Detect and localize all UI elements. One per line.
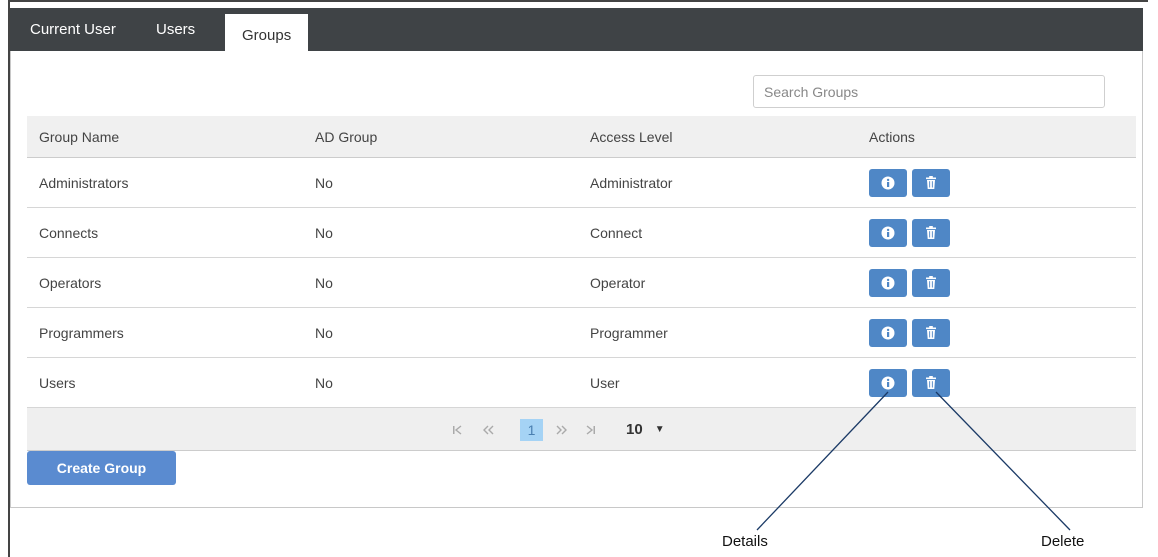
table-row: Connects No Connect [27, 208, 1136, 258]
access-level-cell: Programmer [590, 324, 668, 341]
header-group-name[interactable]: Group Name [39, 116, 119, 157]
delete-button[interactable] [912, 168, 950, 197]
trash-icon [925, 226, 937, 239]
access-level-cell: User [590, 374, 620, 391]
chevron-down-icon: ▼ [654, 424, 665, 435]
table-row: Operators No Operator [27, 258, 1136, 308]
trash-icon [925, 326, 937, 339]
details-button[interactable] [869, 218, 907, 247]
trash-icon [925, 176, 937, 189]
table-row: Administrators No Administrator [27, 158, 1136, 208]
ad-group-cell: No [315, 224, 333, 241]
next-page-icon[interactable] [555, 408, 569, 451]
first-page-icon[interactable] [451, 408, 463, 451]
pagination-bar: 1 10 ▼ [27, 408, 1136, 451]
table-row: Programmers No Programmer [27, 308, 1136, 358]
info-icon [881, 326, 895, 340]
info-icon [881, 376, 895, 390]
delete-button[interactable] [912, 318, 950, 347]
group-name-cell: Programmers [39, 324, 124, 341]
actions-cell [869, 308, 955, 357]
details-callout-label: Details [722, 533, 768, 550]
access-level-cell: Administrator [590, 174, 673, 191]
header-actions: Actions [869, 128, 915, 145]
actions-cell [869, 358, 955, 407]
trash-icon [925, 376, 937, 389]
actions-cell [869, 158, 955, 207]
details-button[interactable] [869, 168, 907, 197]
table-row: Users No User [27, 358, 1136, 408]
previous-page-icon[interactable] [481, 408, 495, 451]
header-access-level[interactable]: Access Level [590, 116, 672, 157]
ad-group-cell: No [315, 174, 333, 191]
ad-group-cell: No [315, 274, 333, 291]
header-ad-group[interactable]: AD Group [315, 116, 377, 157]
details-button[interactable] [869, 368, 907, 397]
delete-button[interactable] [912, 268, 950, 297]
info-icon [881, 176, 895, 190]
delete-callout-label: Delete [1041, 533, 1085, 550]
page-size-value: 10 [626, 421, 643, 438]
actions-cell [869, 258, 955, 307]
last-page-icon[interactable] [585, 408, 597, 451]
delete-button[interactable] [912, 218, 950, 247]
access-level-cell: Operator [590, 274, 646, 291]
create-group-button[interactable]: Create Group [27, 451, 176, 485]
group-name-cell: Connects [39, 224, 99, 241]
trash-icon [925, 276, 937, 289]
page-number-current[interactable]: 1 [520, 419, 543, 441]
tab-groups[interactable]: Groups [225, 14, 309, 57]
info-icon [881, 226, 895, 240]
ad-group-cell: No [315, 374, 333, 391]
ad-group-cell: No [315, 324, 333, 341]
group-name-cell: Users [39, 374, 76, 391]
access-level-cell: Connect [590, 224, 643, 241]
search-groups-input[interactable] [753, 75, 1105, 108]
page-size-select[interactable]: 10 ▼ [626, 408, 665, 451]
tab-current-user[interactable]: Current User [30, 8, 116, 51]
groups-table: Group Name AD Group Access Level Actions… [27, 116, 1136, 408]
actions-cell [869, 208, 955, 257]
tab-users[interactable]: Users [156, 8, 195, 51]
delete-button[interactable] [912, 368, 950, 397]
screenshot-border-top [8, 0, 1148, 2]
group-name-cell: Administrators [39, 174, 129, 191]
table-header: Group Name AD Group Access Level Actions [27, 116, 1136, 158]
details-button[interactable] [869, 318, 907, 347]
group-name-cell: Operators [39, 274, 102, 291]
details-button[interactable] [869, 268, 907, 297]
tab-bar: Current User Users Groups [10, 8, 1143, 57]
info-icon [881, 276, 895, 290]
